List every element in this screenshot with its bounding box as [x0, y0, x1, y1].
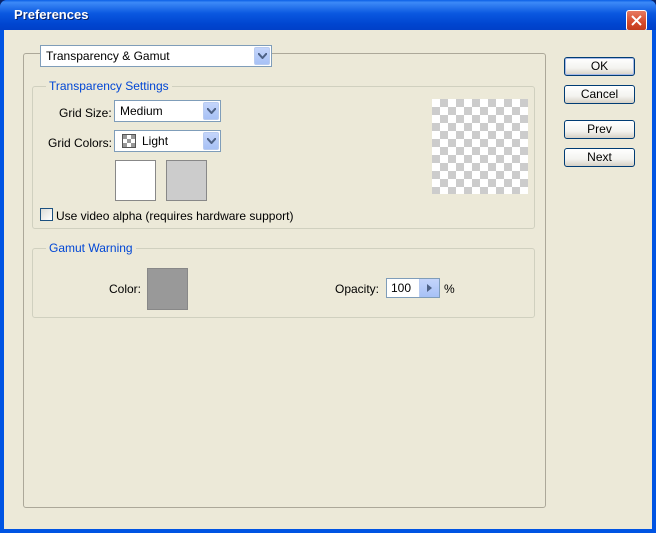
preferences-window: Preferences Transparency & Gamut Transpa…: [0, 0, 656, 533]
grid-size-select[interactable]: Medium: [114, 100, 221, 122]
opacity-input[interactable]: 100: [386, 278, 440, 298]
dialog-body: Transparency & Gamut Transparency Settin…: [4, 30, 652, 529]
gamut-warning-legend: Gamut Warning: [46, 241, 136, 255]
grid-colors-value: Light: [142, 134, 169, 148]
opacity-slider-button[interactable]: [419, 279, 439, 297]
chevron-down-icon[interactable]: [203, 132, 219, 150]
close-button[interactable]: [626, 10, 647, 31]
grid-color-swatch-2[interactable]: [166, 160, 207, 201]
grid-colors-label: Grid Colors:: [48, 136, 113, 150]
cancel-button[interactable]: Cancel: [564, 85, 635, 104]
grid-size-value: Medium: [120, 104, 163, 118]
chevron-down-icon[interactable]: [203, 102, 219, 120]
next-button[interactable]: Next: [564, 148, 635, 167]
ok-button[interactable]: OK: [564, 57, 635, 76]
transparency-preview: [432, 99, 528, 194]
title-bar[interactable]: Preferences: [0, 0, 656, 31]
opacity-label: Opacity:: [335, 282, 380, 296]
video-alpha-label[interactable]: Use video alpha (requires hardware suppo…: [56, 209, 293, 223]
gamut-color-label: Color:: [109, 282, 142, 296]
section-select[interactable]: Transparency & Gamut: [40, 45, 272, 67]
grid-size-label: Grid Size:: [59, 106, 112, 120]
grid-color-swatch-1[interactable]: [115, 160, 156, 201]
close-icon: [631, 15, 642, 26]
checker-icon: [122, 134, 136, 148]
chevron-down-icon[interactable]: [254, 47, 270, 65]
opacity-value: 100: [391, 281, 412, 295]
prev-button[interactable]: Prev: [564, 120, 635, 139]
gamut-color-swatch[interactable]: [147, 268, 188, 310]
chevron-right-icon: [427, 284, 432, 292]
transparency-settings-legend: Transparency Settings: [46, 79, 172, 93]
grid-colors-select[interactable]: Light: [114, 130, 221, 152]
video-alpha-checkbox[interactable]: [40, 208, 53, 221]
section-select-value: Transparency & Gamut: [46, 49, 170, 63]
window-title: Preferences: [14, 7, 89, 22]
gamut-warning-group: [32, 248, 535, 318]
opacity-unit: %: [444, 282, 455, 296]
